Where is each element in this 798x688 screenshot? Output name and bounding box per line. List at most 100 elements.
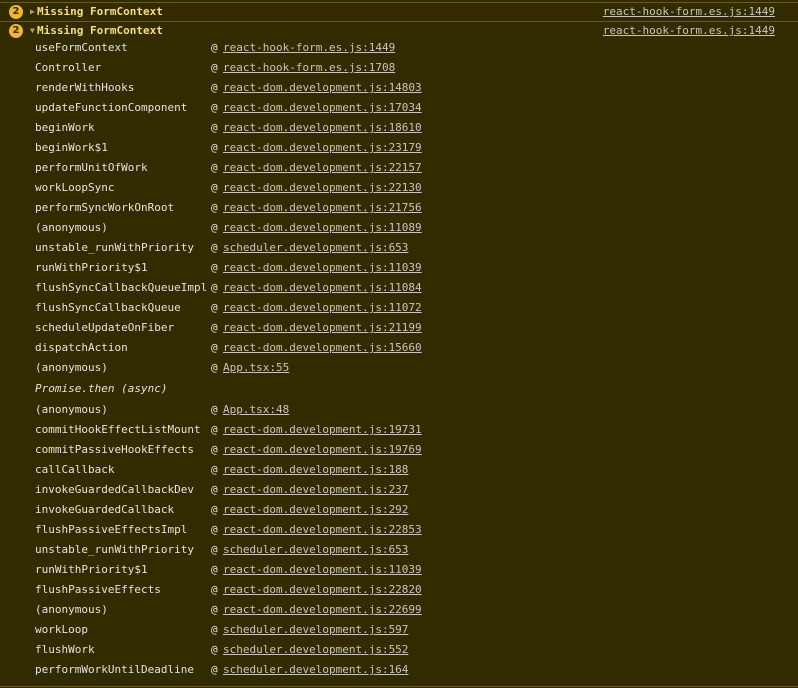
frame-function-name: unstable_runWithPriority [35,241,194,254]
stack-frame: performUnitOfWork @ react-dom.development.… [0,158,798,178]
frame-source-link[interactable]: scheduler.development.js:653 [223,238,408,258]
frame-function-name: flushSyncCallbackQueue [35,301,181,314]
frame-source-link[interactable]: react-hook-form.es.js:1449 [223,38,395,58]
frame-function-name: dispatchAction [35,341,128,354]
frame-source-link[interactable]: react-dom.development.js:11089 [223,218,422,238]
stack-frame: beginWork @ react-dom.development.js:18610 [0,118,798,138]
at-symbol: @ [211,181,218,194]
at-symbol: @ [211,121,218,134]
at-symbol: @ [211,443,218,456]
stack-frame: scheduleUpdateOnFiber @ react-dom.developm… [0,318,798,338]
at-symbol: @ [211,623,218,636]
stack-frame: workLoop @ scheduler.development.js:597 [0,620,798,640]
frame-source-link[interactable]: App.tsx:48 [223,400,289,420]
frame-function-name: scheduleUpdateOnFiber [35,321,175,334]
frame-function-name: (anonymous) [35,403,108,416]
frame-function-name: flushPassiveEffectsImpl [35,523,188,536]
frame-source-link[interactable]: react-hook-form.es.js:1708 [223,58,395,78]
stack-frame: flushPassiveEffects @ react-dom.developmen… [0,580,798,600]
frame-function-name: performSyncWorkOnRoot [35,201,175,214]
frame-source-link[interactable]: react-dom.development.js:22157 [223,158,422,178]
stack-frame: commitPassiveHookEffects @ react-dom.devel… [0,440,798,460]
source-link[interactable]: react-hook-form.es.js:1449 [603,3,775,21]
frame-source-link[interactable]: react-dom.development.js:22699 [223,600,422,620]
at-symbol: @ [211,543,218,556]
frame-function-name: updateFunctionComponent [35,101,188,114]
frame-source-link[interactable]: react-dom.development.js:21756 [223,198,422,218]
frame-function-name: invokeGuardedCallback [35,503,175,516]
stack-frame: runWithPriority$1 @ react-dom.development.… [0,258,798,278]
repeat-count-badge: 2 [9,24,23,38]
stack-frame: unstable_runWithPriority @ scheduler.devel… [0,540,798,560]
frame-source-link[interactable]: scheduler.development.js:164 [223,660,408,680]
at-symbol: @ [211,583,218,596]
stack-frame: performWorkUntilDeadline @ scheduler.devel… [0,660,798,680]
frame-source-link[interactable]: react-dom.development.js:22853 [223,520,422,540]
stack-frame: flushSyncCallbackQueue @ react-dom.develop… [0,298,798,318]
stack-frame: performSyncWorkOnRoot @ react-dom.developm… [0,198,798,218]
frame-source-link[interactable]: react-dom.development.js:17034 [223,98,422,118]
frame-source-link[interactable]: react-dom.development.js:188 [223,460,408,480]
frame-function-name: commitPassiveHookEffects [35,443,194,456]
frame-source-link[interactable]: react-dom.development.js:21199 [223,318,422,338]
stack-frame: (anonymous) @ App.tsx:48 [0,400,798,420]
at-symbol: @ [211,403,218,416]
stack-frame: callCallback @ react-dom.development.js:18… [0,460,798,480]
stack-frame: Controller @ react-hook-form.es.js:1708 [0,58,798,78]
frame-function-name: commitHookEffectListMount [35,423,201,436]
at-symbol: @ [211,503,218,516]
frame-function-name: useFormContext [35,41,128,54]
frame-source-link[interactable]: react-dom.development.js:23179 [223,138,422,158]
at-symbol: @ [211,321,218,334]
frame-source-link[interactable]: scheduler.development.js:597 [223,620,408,640]
frame-source-link[interactable]: App.tsx:55 [223,358,289,378]
frame-source-link[interactable]: react-dom.development.js:11072 [223,298,422,318]
stack-frame: runWithPriority$1 @ react-dom.development.… [0,560,798,580]
frame-function-name: beginWork$1 [35,141,108,154]
stack-frame: commitHookEffectListMount @ react-dom.deve… [0,420,798,440]
frame-function-name: flushPassiveEffects [35,583,161,596]
frame-function-name: (anonymous) [35,361,108,374]
at-symbol: @ [211,341,218,354]
stack-frame: flushPassiveEffectsImpl @ react-dom.develo… [0,520,798,540]
at-symbol: @ [211,41,218,54]
stack-frame: (anonymous) @ App.tsx:55 [0,358,798,378]
frame-function-name: workLoop [35,623,88,636]
frame-source-link[interactable]: scheduler.development.js:552 [223,640,408,660]
frame-source-link[interactable]: react-dom.development.js:19731 [223,420,422,440]
stack-frame: flushWork @ scheduler.development.js:552 [0,640,798,660]
frame-source-link[interactable]: react-dom.development.js:237 [223,480,408,500]
repeat-count-badge: 2 [9,5,23,19]
frame-function-name: beginWork [35,121,95,134]
frame-source-link[interactable]: react-dom.development.js:11084 [223,278,422,298]
async-boundary: Promise.then (async) [0,378,798,400]
console-message-collapsed[interactable]: 2 ▶ Missing FormContext react-hook-form.… [0,3,798,21]
stack-frame: beginWork$1 @ react-dom.development.js:231… [0,138,798,158]
frame-source-link[interactable]: react-dom.development.js:15660 [223,338,422,358]
stack-frame: workLoopSync @ react-dom.development.js:22… [0,178,798,198]
at-symbol: @ [211,563,218,576]
frame-function-name: runWithPriority$1 [35,563,148,576]
stack-frame: useFormContext @ react-hook-form.es.js:144… [0,38,798,58]
frame-function-name: flushWork [35,643,95,656]
frame-source-link[interactable]: react-dom.development.js:14803 [223,78,422,98]
stack-frame: dispatchAction @ react-dom.development.js:… [0,338,798,358]
at-symbol: @ [211,101,218,114]
frame-source-link[interactable]: react-dom.development.js:18610 [223,118,422,138]
stack-frame: renderWithHooks @ react-dom.development.js… [0,78,798,98]
frame-function-name: performUnitOfWork [35,161,148,174]
at-symbol: @ [211,221,218,234]
frame-source-link[interactable]: react-dom.development.js:22820 [223,580,422,600]
frame-source-link[interactable]: react-dom.development.js:292 [223,500,408,520]
frame-source-link[interactable]: react-dom.development.js:11039 [223,560,422,580]
frame-source-link[interactable]: react-dom.development.js:22130 [223,178,422,198]
stack-frame: (anonymous) @ react-dom.development.js:110… [0,218,798,238]
frame-source-link[interactable]: scheduler.development.js:653 [223,540,408,560]
bottom-divider [0,686,798,687]
at-symbol: @ [211,61,218,74]
at-symbol: @ [211,261,218,274]
frame-function-name: Controller [35,61,102,74]
stack-frame: invokeGuardedCallback @ react-dom.developm… [0,500,798,520]
frame-source-link[interactable]: react-dom.development.js:19769 [223,440,422,460]
frame-source-link[interactable]: react-dom.development.js:11039 [223,258,422,278]
